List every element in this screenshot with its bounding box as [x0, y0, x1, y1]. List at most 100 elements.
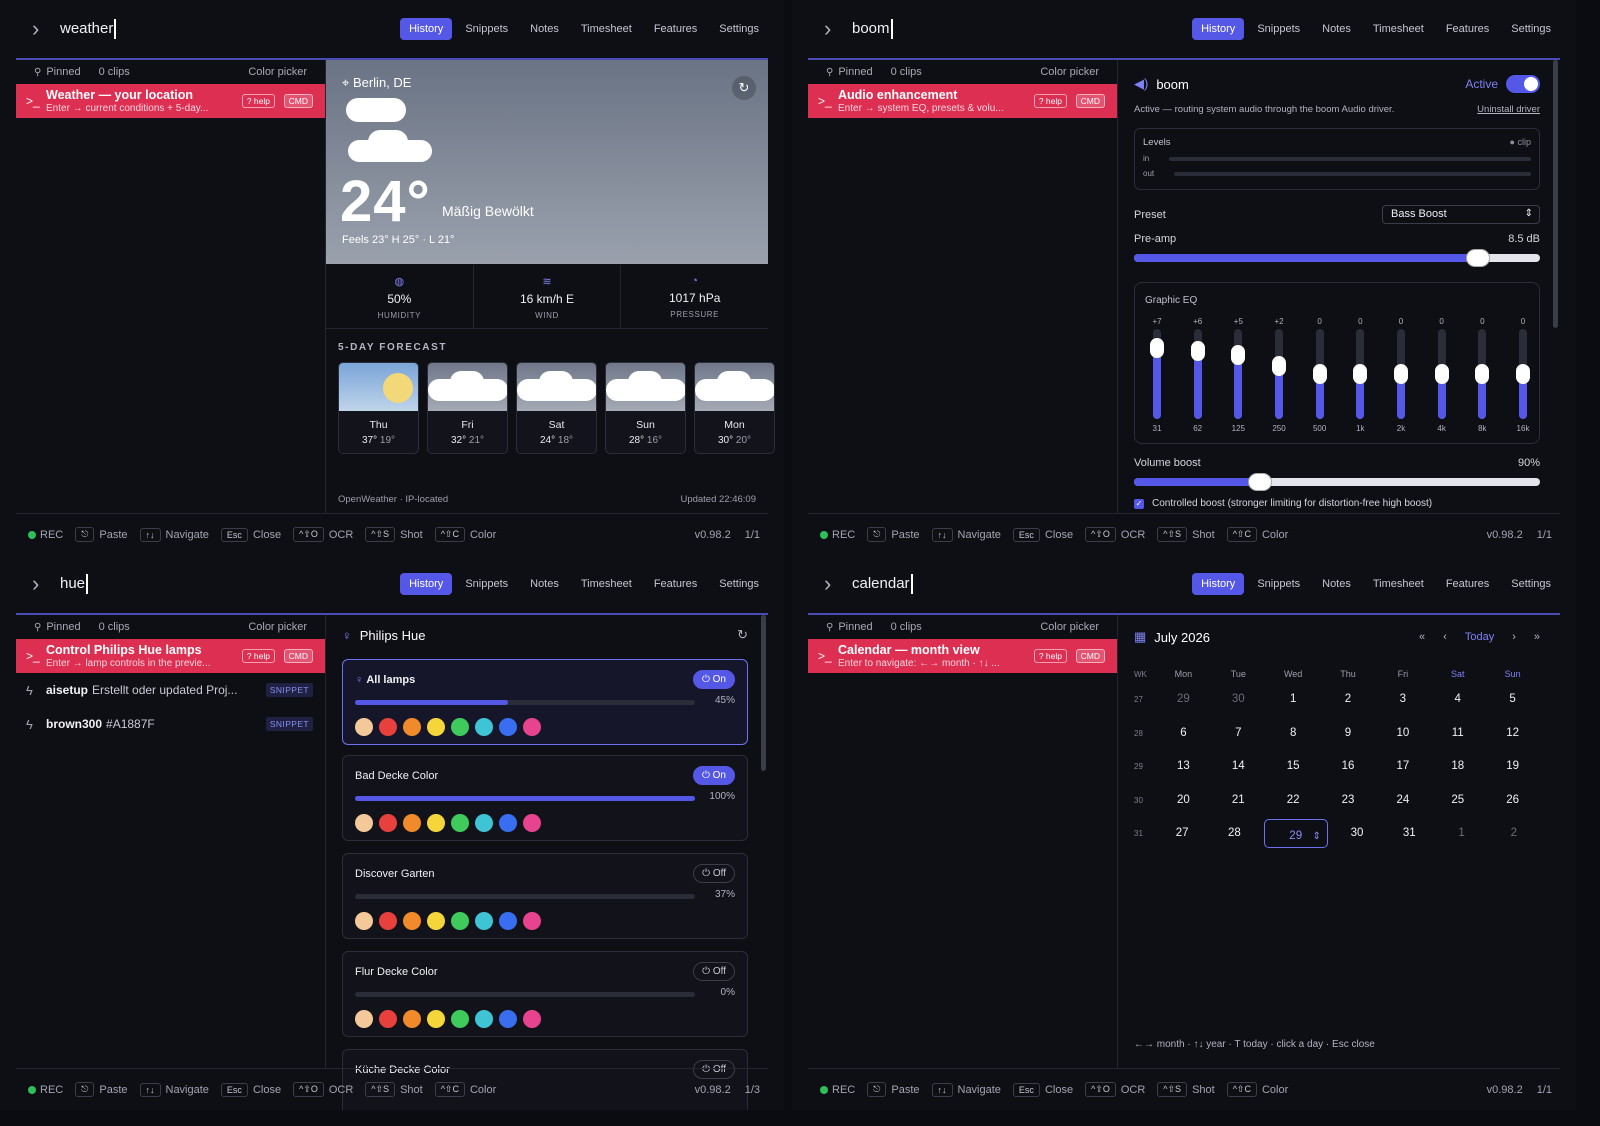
color-swatch[interactable]: [523, 718, 541, 736]
eq-slider-thumb[interactable]: [1516, 364, 1530, 384]
day-cell[interactable]: 1: [1438, 819, 1484, 848]
rec-indicator[interactable]: REC: [820, 1084, 855, 1096]
eq-slider-thumb[interactable]: [1475, 364, 1490, 384]
search-input[interactable]: boom: [852, 19, 893, 39]
command-row[interactable]: >_ Control Philips Hue lamps Enter → lam…: [16, 639, 325, 673]
day-cell[interactable]: 4: [1433, 685, 1482, 714]
eq-band[interactable]: +5 125: [1223, 317, 1253, 433]
scrollbar[interactable]: [761, 615, 766, 771]
scrollbar[interactable]: [1553, 60, 1558, 328]
eq-slider-track[interactable]: [1353, 329, 1368, 419]
day-cell[interactable]: 10: [1378, 719, 1427, 748]
snippet-item[interactable]: ϟ aisetup Erstellt oder updated Proj... S…: [16, 673, 325, 707]
tab-features[interactable]: Features: [645, 573, 706, 595]
today-button[interactable]: Today: [1465, 631, 1494, 643]
power-toggle[interactable]: ⏻ On: [692, 670, 735, 689]
day-cell[interactable]: 20: [1159, 786, 1208, 815]
day-cell[interactable]: 12: [1488, 719, 1537, 748]
controlled-boost-checkbox[interactable]: ✓ Controlled boost (stronger limiting for…: [1134, 498, 1432, 509]
day-cell[interactable]: 28: [1211, 819, 1257, 848]
day-cell[interactable]: 30: [1214, 685, 1263, 714]
color-swatch[interactable]: [523, 814, 541, 832]
color-picker-button[interactable]: Color picker: [248, 621, 307, 633]
eq-slider-thumb[interactable]: [1272, 356, 1286, 376]
day-cell[interactable]: 6: [1159, 719, 1208, 748]
color-picker-button[interactable]: Color picker: [1040, 66, 1099, 78]
day-cell[interactable]: 2: [1491, 819, 1537, 848]
tab-timesheet[interactable]: Timesheet: [1364, 573, 1433, 595]
color-picker-button[interactable]: Color picker: [248, 66, 307, 78]
day-cell[interactable]: 9: [1324, 719, 1373, 748]
lamp-card[interactable]: Discover Garten ⏻ Off 37%: [342, 853, 748, 939]
pinned-label[interactable]: Pinned: [838, 66, 872, 78]
help-badge[interactable]: ? help: [241, 94, 275, 108]
day-cell[interactable]: 21: [1214, 786, 1263, 815]
color-swatch[interactable]: [499, 718, 517, 736]
next-year-icon[interactable]: »: [1534, 631, 1540, 643]
eq-slider-track[interactable]: [1190, 329, 1205, 419]
day-cell[interactable]: 14: [1214, 752, 1263, 781]
day-cell[interactable]: 18: [1433, 752, 1482, 781]
color-swatch[interactable]: [451, 1010, 469, 1028]
day-cell[interactable]: 5: [1488, 685, 1537, 714]
pinned-label[interactable]: Pinned: [838, 621, 872, 633]
prev-month-icon[interactable]: ‹: [1443, 631, 1447, 643]
tab-settings[interactable]: Settings: [1502, 573, 1560, 595]
color-swatch[interactable]: [379, 1010, 397, 1028]
lamp-card[interactable]: Bad Decke Color ⏻ On 100%: [342, 755, 748, 841]
eq-slider-track[interactable]: [1312, 329, 1327, 419]
brightness-slider[interactable]: [355, 992, 695, 997]
color-swatch[interactable]: [451, 718, 469, 736]
day-cell[interactable]: 8: [1269, 719, 1318, 748]
help-badge[interactable]: ? help: [1033, 94, 1067, 108]
eq-slider-track[interactable]: [1150, 329, 1164, 419]
eq-band[interactable]: 0 2k: [1386, 317, 1416, 433]
day-cell[interactable]: 24: [1378, 786, 1427, 815]
eq-band[interactable]: +7 31: [1142, 317, 1172, 433]
help-badge[interactable]: ? help: [1033, 649, 1067, 663]
tab-settings[interactable]: Settings: [710, 18, 768, 40]
tab-notes[interactable]: Notes: [1313, 18, 1360, 40]
color-swatch[interactable]: [523, 1010, 541, 1028]
help-badge[interactable]: ? help: [241, 649, 275, 663]
color-swatch[interactable]: [499, 1010, 517, 1028]
day-cell[interactable]: 11: [1433, 719, 1482, 748]
power-toggle[interactable]: ⏻ Off: [693, 962, 735, 981]
color-swatch[interactable]: [379, 912, 397, 930]
eq-band[interactable]: +2 250: [1264, 317, 1294, 433]
color-swatch[interactable]: [403, 718, 421, 736]
eq-slider-track[interactable]: [1516, 329, 1530, 419]
eq-band[interactable]: 0 8k: [1467, 317, 1497, 433]
tab-features[interactable]: Features: [1437, 18, 1498, 40]
day-cell[interactable]: 17: [1378, 752, 1427, 781]
tab-timesheet[interactable]: Timesheet: [572, 18, 641, 40]
day-cell[interactable]: 16: [1324, 752, 1373, 781]
tab-history[interactable]: History: [1192, 18, 1245, 40]
color-swatch[interactable]: [379, 814, 397, 832]
active-toggle[interactable]: [1506, 75, 1540, 93]
prev-year-icon[interactable]: «: [1419, 631, 1425, 643]
preset-select[interactable]: Bass Boost: [1382, 205, 1540, 224]
rec-indicator[interactable]: REC: [28, 1084, 63, 1096]
color-swatch[interactable]: [475, 912, 493, 930]
color-swatch[interactable]: [475, 814, 493, 832]
pinned-label[interactable]: Pinned: [46, 66, 80, 78]
eq-slider-track[interactable]: [1394, 329, 1408, 419]
command-row[interactable]: >_ Weather — your location Enter → curre…: [16, 84, 325, 118]
day-cell[interactable]: 2: [1324, 685, 1373, 714]
lamp-card[interactable]: Flur Decke Color ⏻ Off 0%: [342, 951, 748, 1037]
color-swatch[interactable]: [523, 912, 541, 930]
color-swatch[interactable]: [403, 814, 421, 832]
tab-history[interactable]: History: [400, 573, 453, 595]
rec-indicator[interactable]: REC: [28, 529, 63, 541]
color-swatch[interactable]: [499, 814, 517, 832]
day-cell[interactable]: 26: [1488, 786, 1537, 815]
eq-slider-thumb[interactable]: [1231, 345, 1246, 365]
color-swatch[interactable]: [355, 1010, 373, 1028]
preamp-slider[interactable]: [1134, 250, 1540, 266]
search-input[interactable]: hue: [60, 574, 89, 594]
refresh-icon[interactable]: ↻: [737, 627, 748, 643]
color-swatch[interactable]: [475, 1010, 493, 1028]
eq-band[interactable]: 0 500: [1305, 317, 1335, 433]
eq-slider-thumb[interactable]: [1190, 341, 1205, 361]
